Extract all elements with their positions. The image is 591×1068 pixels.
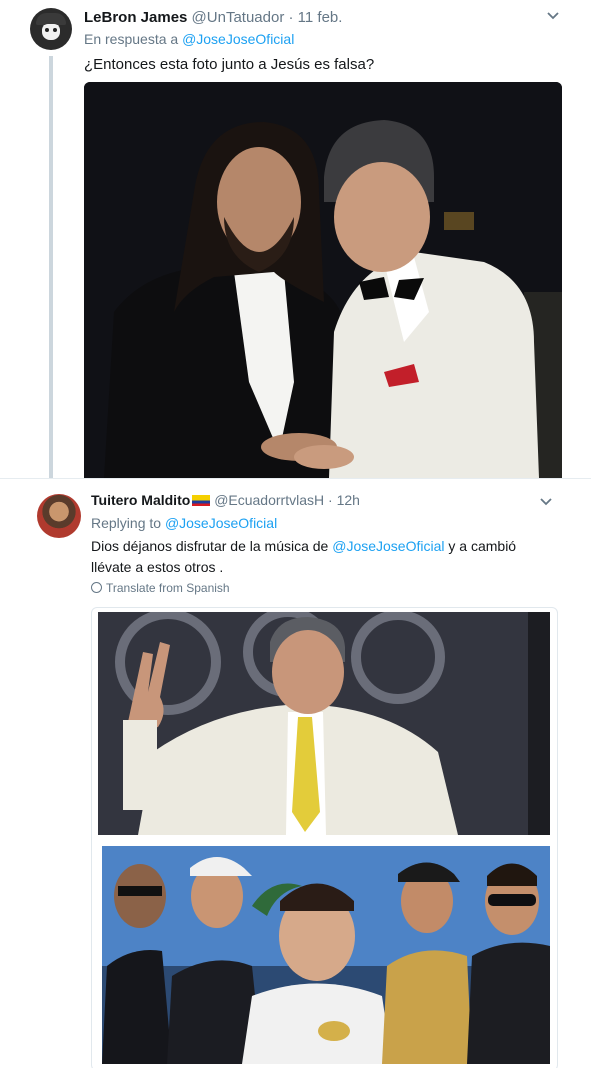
tweet-time[interactable]: 12h xyxy=(337,492,360,508)
tweet-header: LeBron James @UnTatuador · 11 feb. xyxy=(84,9,342,26)
screenshot: LeBron James @UnTatuador · 11 feb. En re… xyxy=(0,0,591,1068)
ecuador-flag-icon xyxy=(192,495,211,506)
reply-context: Replying to @JoseJoseOficial xyxy=(91,515,277,531)
author-handle[interactable]: @UnTatuador xyxy=(192,9,285,26)
reply-mention-link[interactable]: @JoseJoseOficial xyxy=(165,515,277,531)
photo-illustration xyxy=(84,82,562,478)
thread-line xyxy=(49,56,53,478)
translate-label: Translate from Spanish xyxy=(106,581,230,595)
tweet-text-mention[interactable]: @JoseJoseOficial xyxy=(332,538,444,554)
tweet-text: Dios déjanos disfrutar de la música de @… xyxy=(91,536,541,578)
tweet-text: ¿Entonces esta foto junto a Jesús es fal… xyxy=(84,56,375,73)
reply-prefix: Replying to xyxy=(91,515,162,531)
photo-top-illustration xyxy=(98,612,550,835)
separator-dot: · xyxy=(328,492,333,508)
tweet-date[interactable]: 11 feb. xyxy=(298,9,343,26)
tweet-photo-bottom[interactable] xyxy=(102,846,550,1064)
photo-bottom-illustration xyxy=(102,846,550,1064)
tweet-text-part1: Dios déjanos disfrutar de la música de xyxy=(91,538,329,554)
reply-mention-link[interactable]: @JoseJoseOficial xyxy=(182,31,294,47)
author-name[interactable]: LeBron James xyxy=(84,9,187,26)
chevron-down-icon[interactable] xyxy=(545,8,561,24)
tweet-photo[interactable] xyxy=(84,82,562,478)
tweet-photo-top[interactable] xyxy=(98,612,550,835)
globe-icon xyxy=(91,582,102,593)
author-handle[interactable]: @EcuadorrtvlasH xyxy=(214,492,324,508)
reply-context: En respuesta a @JoseJoseOficial xyxy=(84,31,294,47)
reply-prefix: En respuesta a xyxy=(84,31,179,47)
author-name[interactable]: Tuitero Maldito xyxy=(91,492,190,508)
chevron-down-icon[interactable] xyxy=(538,494,554,510)
avatar-mask xyxy=(42,24,60,40)
avatar[interactable] xyxy=(30,8,72,50)
translate-link[interactable]: Translate from Spanish xyxy=(91,581,230,595)
tweet-1[interactable]: LeBron James @UnTatuador · 11 feb. En re… xyxy=(0,0,591,478)
separator-dot: · xyxy=(288,9,294,26)
avatar[interactable] xyxy=(37,494,81,538)
media-card[interactable] xyxy=(91,607,558,1068)
tweet-2[interactable]: Tuitero Maldito @EcuadorrtvlasH · 12h Re… xyxy=(0,478,591,1068)
tweet-header: Tuitero Maldito @EcuadorrtvlasH · 12h xyxy=(91,492,360,508)
